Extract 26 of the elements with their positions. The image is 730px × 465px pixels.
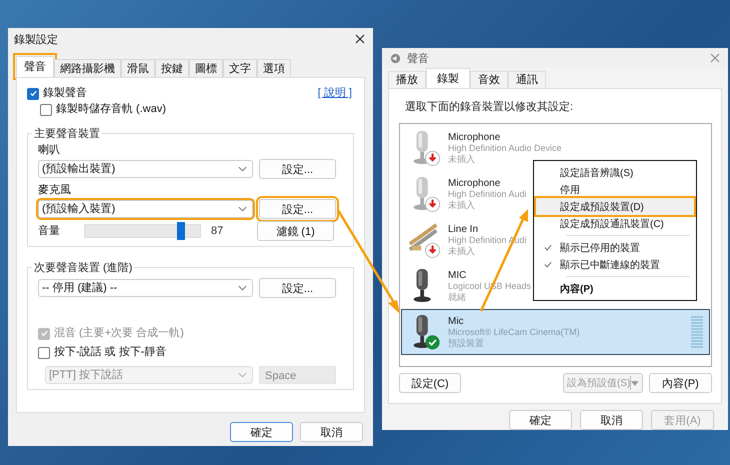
instruction-text: 選取下面的錄音裝置以修改其設定: — [405, 100, 574, 114]
checkbox-label: 錄製聲音 — [43, 86, 87, 101]
group-title: 主要聲音裝置 — [33, 126, 101, 141]
device-status: 未插入 — [448, 200, 475, 210]
volume-value: 87 — [210, 224, 224, 238]
device-name: Line In — [448, 224, 478, 234]
device-status: 未插入 — [448, 154, 475, 164]
device-status: 未插入 — [448, 246, 475, 256]
device-description: High Definition Audi — [448, 188, 527, 200]
device-status: 就緒 — [448, 292, 466, 302]
window-title: 聲音 — [407, 52, 430, 66]
device-name: Mic — [448, 316, 464, 326]
device-description: High Definition Audio Device — [448, 142, 562, 154]
device-description: Microsoft® LifeCam Cinema(TM) — [448, 326, 580, 338]
checkbox-label: 錄製時儲存音軌 (.wav) — [56, 102, 166, 117]
field-label: 麥克風 — [38, 183, 72, 197]
checkbox-label: 按下-說話 或 按下-靜音 — [54, 345, 166, 360]
group-title: 次要聲音裝置 (進階) — [33, 260, 134, 275]
window-title: 錄製設定 — [14, 32, 59, 46]
device-status: 預設裝置 — [448, 338, 484, 348]
device-name: Microphone — [448, 178, 500, 188]
field-label: 喇叭 — [38, 143, 61, 157]
volume-label: 音量 — [38, 224, 61, 238]
device-name: Microphone — [448, 132, 500, 142]
checkbox-label: 混音 (主要+次要 合成一軌) — [54, 326, 184, 341]
device-name: MIC — [448, 270, 466, 280]
